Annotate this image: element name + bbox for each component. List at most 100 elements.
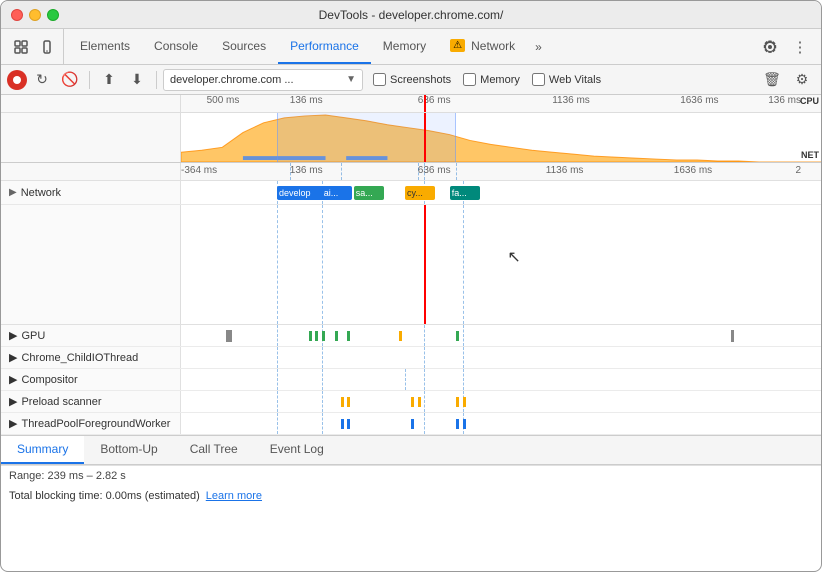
tab-network[interactable]: ⚠ Network (438, 29, 527, 64)
pl-yellow-2 (347, 397, 350, 407)
time-selection (277, 113, 456, 162)
pl-dv3 (424, 391, 425, 412)
total-blocking-text: Total blocking time: 0.00ms (estimated) (9, 490, 200, 502)
flame-chart-area: ↖ (1, 205, 821, 325)
gpu-green-4 (335, 331, 338, 341)
gpu-label[interactable]: ▶ GPU (1, 325, 181, 346)
preload-label[interactable]: ▶ Preload scanner (1, 391, 181, 412)
threadpool-expand-icon[interactable]: ▶ (9, 417, 17, 430)
childiothread-content (181, 347, 821, 368)
ct-dv3 (424, 347, 425, 368)
gpu-green-5 (347, 331, 350, 341)
btab-call-tree[interactable]: Call Tree (174, 436, 254, 464)
gpu-green-1 (309, 331, 312, 341)
cpu-label: CPU (800, 96, 819, 106)
reload-button[interactable]: ↻ (29, 67, 55, 93)
webvitals-checkbox[interactable]: Web Vitals (532, 73, 601, 86)
minimize-button[interactable] (29, 9, 41, 21)
download-icon[interactable]: ⬇ (124, 67, 150, 93)
time-row: -364 ms 136 ms 636 ms 1136 ms 1636 ms 2 (1, 163, 821, 181)
pl-yellow-5 (456, 397, 459, 407)
btab-summary[interactable]: Summary (1, 436, 84, 464)
cursor-pointer-icon: ↖ (507, 247, 520, 267)
tp-blue-4 (456, 419, 459, 429)
tab-performance[interactable]: Performance (278, 29, 371, 64)
comp-dv1 (277, 369, 278, 390)
preload-content (181, 391, 821, 412)
total-blocking-bar: Total blocking time: 0.00ms (estimated) … (1, 486, 821, 506)
cpu-overview: NET (1, 113, 821, 163)
net-chip-4: cy... (405, 186, 435, 200)
gpu-expand-icon[interactable]: ▶ (9, 329, 17, 342)
pl-yellow-3 (411, 397, 414, 407)
childiothread-expand-icon[interactable]: ▶ (9, 351, 17, 364)
learn-more-link[interactable]: Learn more (206, 490, 262, 502)
threadpool-label-text: ThreadPoolForegroundWorker (21, 418, 170, 430)
close-button[interactable] (11, 9, 23, 21)
comp-dv4 (424, 369, 425, 390)
tab-sources[interactable]: Sources (210, 29, 278, 64)
flame-dv4 (463, 205, 464, 324)
network-row-label[interactable]: ▶ Network (1, 181, 181, 204)
btab-bottom-up[interactable]: Bottom-Up (84, 436, 173, 464)
time-tick-2: 136 ms (290, 165, 323, 176)
threadpool-label[interactable]: ▶ ThreadPoolForegroundWorker (1, 413, 181, 434)
ruler-tick-1: 500 ms (207, 95, 240, 106)
red-line-time (424, 163, 425, 180)
compositor-label-text: Compositor (21, 374, 77, 386)
ruler-tick-4: 1136 ms (552, 95, 590, 106)
pl-yellow-4 (418, 397, 421, 407)
tracks-area: ▶ GPU ▶ Chrome_ChildIOThread (1, 325, 821, 435)
network-row: ▶ Network develop ai... sa... cy... fa..… (1, 181, 821, 205)
more-options-icon[interactable]: ⋮ (787, 34, 813, 60)
screenshots-input[interactable] (373, 73, 386, 86)
network-warning-badge: ⚠ (450, 39, 465, 52)
tab-elements[interactable]: Elements (68, 29, 142, 64)
comp-dv3 (405, 369, 406, 390)
memory-input[interactable] (463, 73, 476, 86)
net-chip-5: fa... (450, 186, 480, 200)
tab-bar: Elements Console Sources Performance Mem… (1, 29, 821, 65)
pl-yellow-6 (463, 397, 466, 407)
compositor-expand-icon[interactable]: ▶ (9, 373, 17, 386)
compositor-label[interactable]: ▶ Compositor (1, 369, 181, 390)
red-line-cpu (424, 113, 426, 162)
mobile-icon[interactable] (35, 35, 59, 59)
url-dropdown-icon[interactable]: ▼ (346, 74, 356, 85)
clear-button[interactable]: 🚫 (57, 67, 83, 93)
preload-expand-icon[interactable]: ▶ (9, 395, 17, 408)
tab-memory[interactable]: Memory (371, 29, 438, 64)
dashed-line-1 (290, 163, 291, 180)
track-childiothread: ▶ Chrome_ChildIOThread (1, 347, 821, 369)
gpu-label-text: GPU (21, 330, 45, 342)
trash-icon[interactable]: 🗑 (759, 67, 785, 93)
ruler-tick-5: 1636 ms (680, 95, 718, 106)
gpu-dv1 (277, 325, 278, 346)
tab-console[interactable]: Console (142, 29, 210, 64)
gpu-green-3 (322, 331, 325, 341)
gpu-green-6 (456, 331, 459, 341)
network-row-content: develop ai... sa... cy... fa... (181, 181, 821, 204)
maximize-button[interactable] (47, 9, 59, 21)
net-label: NET (801, 150, 819, 160)
upload-icon[interactable]: ⬆ (96, 67, 122, 93)
webvitals-input[interactable] (532, 73, 545, 86)
time-tick-4: 1136 ms (546, 165, 584, 176)
checkbox-group: Screenshots Memory Web Vitals (373, 73, 601, 86)
inspect-icon[interactable] (9, 35, 33, 59)
settings-icon[interactable] (757, 34, 783, 60)
comp-dv5 (463, 369, 464, 390)
screenshots-checkbox[interactable]: Screenshots (373, 73, 451, 86)
gpu-dv3 (424, 325, 425, 346)
toolbar-settings-icon[interactable]: ⚙ (789, 67, 815, 93)
childiothread-label[interactable]: ▶ Chrome_ChildIOThread (1, 347, 181, 368)
network-expand-icon[interactable]: ▶ (9, 187, 17, 198)
traffic-lights (11, 9, 59, 21)
compositor-content (181, 369, 821, 390)
record-button[interactable] (7, 70, 27, 90)
url-display: developer.chrome.com ... ▼ (163, 69, 363, 91)
tab-overflow-btn[interactable]: » (527, 29, 550, 64)
ct-dv1 (277, 347, 278, 368)
btab-event-log[interactable]: Event Log (254, 436, 340, 464)
memory-checkbox[interactable]: Memory (463, 73, 520, 86)
